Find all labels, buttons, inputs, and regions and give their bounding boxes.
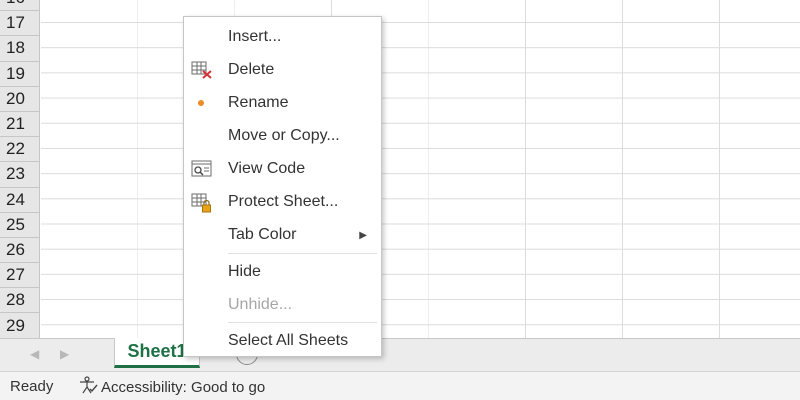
status-bar: Ready Accessibility: Good to go: [0, 371, 800, 400]
menu-item-label: View Code: [228, 160, 305, 178]
worksheet-grid[interactable]: 16 17 18 19 20 21 22 23 24 25 26 27 28 2…: [0, 0, 800, 340]
menu-item-unhide: Unhide...: [184, 290, 381, 320]
menu-item-label: Hide: [228, 263, 261, 281]
row-header[interactable]: 19: [0, 62, 39, 87]
row-header[interactable]: 21: [0, 112, 39, 137]
row-header[interactable]: 24: [0, 188, 39, 213]
menu-item-hide[interactable]: Hide: [184, 257, 381, 287]
menu-separator: [228, 322, 377, 323]
sheet-tab-bar: ◀ ▶ Sheet1 +: [0, 338, 800, 371]
accessibility-label: Accessibility: Good to go: [101, 379, 265, 396]
row-header[interactable]: 17: [0, 11, 39, 36]
menu-item-label: Tab Color: [228, 226, 296, 244]
menu-item-label: Rename: [228, 94, 288, 112]
submenu-arrow-icon: ▶: [359, 230, 367, 241]
row-header[interactable]: 23: [0, 162, 39, 187]
row-header[interactable]: 20: [0, 87, 39, 112]
menu-item-delete[interactable]: Delete: [184, 55, 381, 85]
protect-sheet-icon: [191, 193, 213, 211]
menu-item-rename[interactable]: Rename: [184, 88, 381, 118]
row-header[interactable]: 27: [0, 263, 39, 288]
menu-item-select-all-sheets[interactable]: Select All Sheets: [184, 326, 381, 356]
menu-separator: [228, 253, 377, 254]
row-header[interactable]: 22: [0, 137, 39, 162]
menu-item-label: Protect Sheet...: [228, 193, 338, 211]
rename-dot-icon: [198, 100, 204, 106]
status-ready: Ready: [10, 378, 53, 395]
menu-item-protect-sheet[interactable]: Protect Sheet...: [184, 187, 381, 217]
row-header[interactable]: 28: [0, 288, 39, 313]
menu-item-view-code[interactable]: View Code: [184, 154, 381, 184]
menu-item-label: Delete: [228, 61, 274, 79]
menu-item-insert[interactable]: Insert...: [184, 22, 381, 52]
menu-item-tab-color[interactable]: Tab Color ▶: [184, 220, 381, 250]
cell-area[interactable]: [41, 0, 800, 340]
row-header[interactable]: 26: [0, 238, 39, 263]
row-header[interactable]: 16: [0, 0, 39, 11]
row-header[interactable]: 25: [0, 213, 39, 238]
delete-sheet-icon: [191, 61, 213, 79]
view-code-icon: [191, 160, 213, 178]
row-header[interactable]: 18: [0, 36, 39, 61]
scroll-tabs-right-icon[interactable]: ▶: [60, 347, 69, 361]
menu-item-label: Unhide...: [228, 296, 292, 314]
accessibility-status[interactable]: Accessibility: Good to go: [78, 376, 265, 398]
scroll-tabs-left-icon[interactable]: ◀: [30, 347, 39, 361]
menu-item-label: Move or Copy...: [228, 127, 340, 145]
menu-item-label: Select All Sheets: [228, 332, 348, 350]
menu-item-move-or-copy[interactable]: Move or Copy...: [184, 121, 381, 151]
accessibility-icon: [78, 376, 98, 398]
sheet-context-menu: Insert... Delete Rename Move or Copy...: [183, 16, 382, 357]
menu-item-label: Insert...: [228, 28, 281, 46]
row-header[interactable]: 29: [0, 313, 39, 338]
row-headers: 16 17 18 19 20 21 22 23 24 25 26 27 28 2…: [0, 0, 40, 339]
